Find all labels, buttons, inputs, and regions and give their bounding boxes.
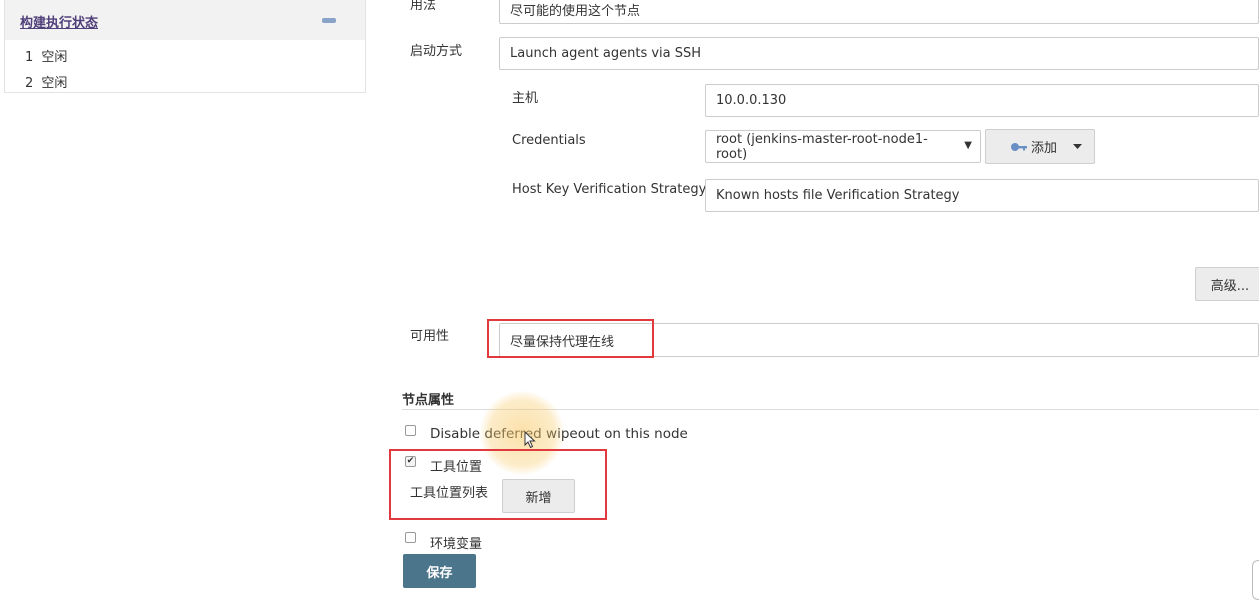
usage-select[interactable]: 尽可能的使用这个节点 [499,0,1259,24]
host-value: 10.0.0.130 [716,93,787,108]
dropdown-caret-icon: ▼ [964,140,972,151]
advanced-button-label: 高级... [1210,278,1250,294]
launch-method-label: 启动方式 [410,44,463,59]
credentials-value: root (jenkins-master-root-node1-root) [716,131,928,162]
host-input[interactable]: 10.0.0.130 [705,84,1259,117]
disable-wipeout-checkbox[interactable] [405,425,416,436]
usage-value: 尽可能的使用这个节点 [510,3,641,19]
add-credentials-button[interactable]: 添加 [985,129,1095,164]
env-vars-label: 环境变量 [430,537,483,552]
host-label: 主机 [512,91,539,106]
collapse-icon[interactable] [322,18,336,23]
executor-state: 空闲 [41,50,68,65]
executor-status-header: 构建执行状态 [5,0,365,40]
credentials-label: Credentials [512,133,586,148]
executor-status-title[interactable]: 构建执行状态 [20,12,98,31]
usage-label: 用法 [410,0,437,13]
availability-label: 可用性 [410,329,450,344]
host-key-strategy-select[interactable]: Known hosts file Verification Strategy [705,179,1259,212]
executor-status-panel: 构建执行状态 1 空闲 2 空闲 [4,0,366,93]
executor-row: 2 空闲 [25,72,67,91]
availability-highlight-box [487,319,654,358]
launch-method-value: Launch agent agents via SSH [510,46,702,61]
env-vars-checkbox[interactable] [405,532,416,543]
save-button[interactable]: 保存 [403,554,476,588]
tool-location-highlight-box [389,449,607,520]
host-key-strategy-label: Host Key Verification Strategy [512,182,707,197]
executor-state: 空闲 [41,76,68,91]
node-properties-title: 节点属性 [402,393,455,408]
executor-number: 1 [25,50,34,65]
credentials-select[interactable]: root (jenkins-master-root-node1-root) ▼ [705,130,981,163]
advanced-button[interactable]: 高级... [1195,267,1259,301]
host-key-strategy-value: Known hosts file Verification Strategy [716,188,960,203]
scroll-helper-button[interactable] [1252,560,1259,600]
executor-row: 1 空闲 [25,46,67,65]
launch-method-select[interactable]: Launch agent agents via SSH [499,37,1259,70]
chevron-down-icon [1073,143,1083,149]
executor-number: 2 [25,76,34,91]
key-icon [1011,142,1027,151]
add-credentials-label: 添加 [1031,141,1058,156]
cursor-icon [524,431,536,449]
save-button-label: 保存 [426,565,453,581]
